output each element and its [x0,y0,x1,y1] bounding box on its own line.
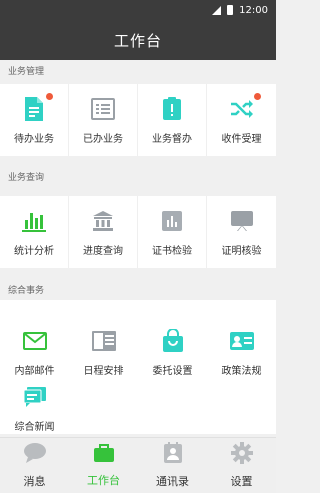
chart-box-icon [159,208,185,234]
business-query-grid: 统计分析 进度查询 证书检验 证明核验 [0,196,276,268]
bottom-tab-bar: 消息 工作台 通讯录 设置 [0,437,276,493]
grid-item-label: 日程安排 [83,365,124,377]
section-title-business-query: 业务查询 [0,168,276,188]
grid-item-label: 待办业务 [14,133,54,145]
cast-icon [229,208,255,234]
grid-item-mail[interactable]: 内部邮件 [0,322,69,382]
general-grid: 内部邮件 日程安排 委托设置 政策法规 综合新闻 [0,316,276,434]
bank-icon [90,208,116,234]
grid-item-supervise[interactable]: 业务督办 [138,84,207,156]
shuffle-icon [229,92,261,122]
grid-item-schedule[interactable]: 日程安排 [69,322,138,382]
grid-item-delegate[interactable]: 委托设置 [138,322,207,382]
grid-item-label: 证明核验 [221,245,262,257]
section-title-business-mgmt: 业务管理 [0,60,276,84]
notification-badge [253,92,261,100]
id-card-icon [229,328,255,354]
grid-item-policy[interactable]: 政策法规 [207,322,276,382]
status-time: 12:00 [239,4,268,16]
grid-item-receive[interactable]: 收件受理 [207,84,276,156]
tab-label: 通讯录 [156,475,189,488]
grid-item-label: 统计分析 [14,245,54,257]
grid-item-todo[interactable]: 待办业务 [0,84,69,156]
grid-item-news[interactable]: 综合新闻 [0,382,69,434]
tab-settings[interactable]: 设置 [207,438,276,493]
grid-item-statistics[interactable]: 统计分析 [0,196,69,268]
tab-messages[interactable]: 消息 [0,438,69,493]
grid-item-label: 内部邮件 [14,365,55,377]
grid-item-proof-verify[interactable]: 证明核验 [207,196,276,268]
status-bar: 12:00 [0,0,276,20]
grid-item-label: 综合新闻 [14,421,55,433]
list-icon [90,96,116,122]
notification-badge [46,92,53,100]
business-mgmt-grid: 待办业务 已办业务 业务督办 收件受理 [0,84,276,156]
tab-label: 工作台 [87,474,120,487]
mail-icon [22,328,48,354]
grid-item-label: 证书检验 [152,245,192,257]
signal-icon [212,5,222,15]
spacer [0,300,276,316]
battery-icon [227,5,234,15]
page-title: 工作台 [113,31,162,50]
section-title-general: 综合事务 [0,282,276,300]
grid-item-label: 已办业务 [83,133,123,145]
document-icon [21,92,53,122]
bar-chart-icon [21,208,47,234]
app-header: 工作台 [0,20,276,60]
grid-item-label: 委托设置 [152,365,193,377]
calendar-icon [91,328,117,354]
grid-item-label: 政策法规 [221,365,262,377]
tab-contacts[interactable]: 通讯录 [138,438,207,493]
grid-item-done[interactable]: 已办业务 [69,84,138,156]
chat-bubble-icon [23,442,47,468]
grid-item-label: 业务督办 [152,133,192,145]
grid-item-label: 进度查询 [83,245,123,257]
grid-item-certificate-check[interactable]: 证书检验 [138,196,207,268]
tab-label: 设置 [230,475,253,488]
grid-item-label: 收件受理 [221,133,262,145]
gear-icon [230,442,253,468]
grid-item-progress[interactable]: 进度查询 [69,196,138,268]
tab-label: 消息 [23,475,46,488]
contacts-icon [163,442,183,468]
alert-clipboard-icon [159,96,185,122]
briefcase-icon [93,443,115,467]
chat-icon [22,384,48,410]
shopping-bag-icon [160,328,186,354]
tab-workbench[interactable]: 工作台 [69,438,138,493]
